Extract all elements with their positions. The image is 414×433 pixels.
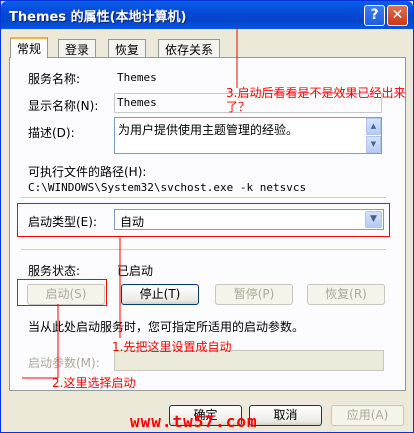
stop-button[interactable]: 停止(T) [121,284,199,305]
service-status-value: 已启动 [117,264,154,278]
display-name-label: 显示名称(N): [28,99,99,113]
resume-button[interactable]: 恢复(R) [307,284,385,305]
start-params-label: 启动参数(M): [28,356,100,370]
exe-path-label: 可执行文件的路径(H): [28,165,147,179]
description-label: 描述(D): [28,126,75,140]
annotation-step3-continued: 了？ [226,100,251,114]
close-button[interactable]: ✕ [387,5,408,26]
pause-button[interactable]: 暂停(P) [215,284,293,305]
tab-dependencies[interactable]: 依存关系 [158,39,221,57]
apply-button[interactable]: 应用(A) [331,405,404,426]
display-name-value: Themes [117,96,157,109]
divider [21,249,386,250]
description-value: 为用户提供使用主题管理的经验。 [118,123,299,137]
scroll-down-icon[interactable]: ▼ [366,136,381,153]
title-bar[interactable]: Themes 的属性(本地计算机) ? ✕ [1,1,413,29]
divider [21,197,386,198]
help-button[interactable]: ? [364,5,385,26]
scroll-up-icon[interactable]: ▲ [366,118,381,135]
service-name-label: 服务名称: [28,72,81,86]
description-field[interactable]: 为用户提供使用主题管理的经验。 ▲ ▼ [114,117,382,154]
tab-logon[interactable]: 登录 [58,39,97,57]
start-params-hint: 当从此处启动服务时，您可指定所适用的启动参数。 [28,320,305,334]
service-status-label: 服务状态: [28,264,81,278]
annotation-box-start-button [17,279,107,306]
cancel-button[interactable]: 取消 [249,405,322,426]
window-title: Themes 的属性(本地计算机) [9,10,187,25]
watermark: www.tw57.com [130,412,258,431]
service-name-value: Themes [117,71,157,84]
tab-recovery[interactable]: 恢复 [108,39,147,57]
tab-general[interactable]: 常规 [10,37,49,58]
annotation-step1: 1.先把这里设置成自动 [112,340,232,354]
annotation-step2: 2.这里选择启动 [52,376,136,390]
annotation-box-startup-type [17,203,390,237]
exe-path-value: C:\WINDOWS\System32\svchost.exe -k netsv… [28,181,307,194]
annotation-step3: 3.启动后看看是不是效果已经出来 [226,86,406,100]
